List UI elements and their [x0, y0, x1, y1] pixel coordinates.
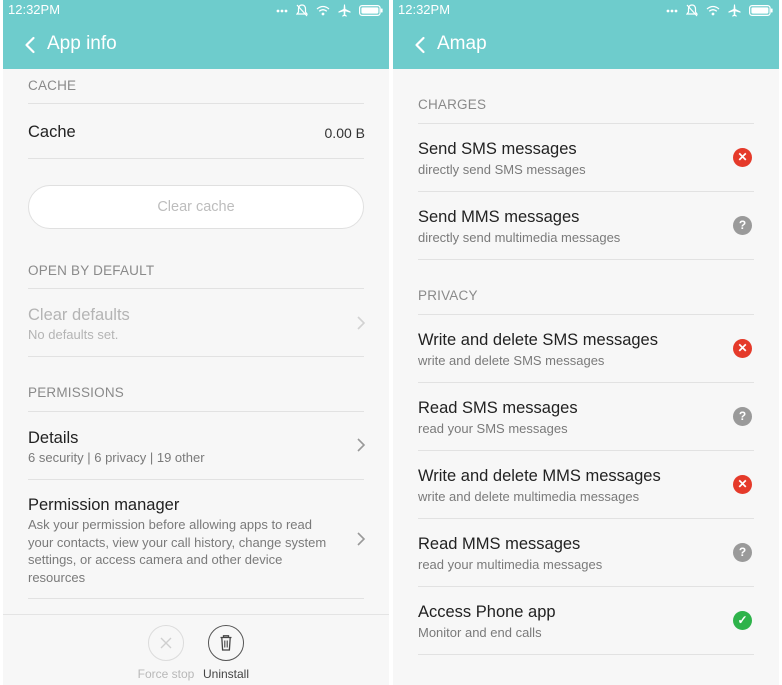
divider	[28, 103, 364, 104]
permission-manager-title: Permission manager	[28, 496, 180, 514]
chevron-right-icon	[357, 438, 366, 452]
mute-bell-icon	[686, 4, 698, 17]
denied-x-icon[interactable]: ✕	[733, 339, 752, 358]
app-info-screen: 12:32PM App info CACHE Cache 0.00 B Clea…	[3, 0, 389, 685]
description-line: resources	[28, 569, 86, 585]
permission-manager-row[interactable]: Permission manager Ask your permission b…	[3, 480, 389, 598]
status-time: 12:32PM	[8, 2, 61, 17]
permission-details-row[interactable]: Details 6 security | 6 privacy | 19 othe…	[3, 412, 389, 478]
permissions-header: PERMISSIONS	[28, 385, 124, 400]
more-dots-icon	[666, 9, 678, 12]
permission-title: Send SMS messages	[418, 140, 577, 158]
airplane-icon	[728, 4, 741, 17]
details-title: Details	[28, 429, 79, 447]
permission-row[interactable]: Read SMS messages read your SMS messages…	[393, 383, 779, 450]
ask-question-icon[interactable]: ?	[733, 216, 752, 235]
divider	[28, 356, 364, 357]
permission-title: Read MMS messages	[418, 535, 581, 553]
cache-section-header: CACHE	[28, 78, 77, 93]
more-dots-icon	[276, 9, 288, 12]
open-by-default-header: OPEN BY DEFAULT	[28, 263, 155, 278]
permission-row[interactable]: Write and delete MMS messages write and …	[393, 451, 779, 518]
permission-title: Write and delete SMS messages	[418, 331, 658, 349]
clear-defaults-title: Clear defaults	[28, 306, 130, 324]
clear-defaults-row[interactable]: Clear defaults No defaults set.	[3, 289, 389, 355]
permission-subtitle: write and delete SMS messages	[418, 353, 605, 368]
back-chevron-icon[interactable]	[411, 35, 431, 55]
trash-icon	[208, 625, 244, 661]
divider	[418, 259, 754, 260]
description-line: settings, or access camera and other dev…	[28, 552, 283, 567]
charges-section-header: CHARGES	[418, 97, 487, 112]
force-stop-icon	[148, 625, 184, 661]
app-bar: Amap	[393, 20, 779, 69]
status-icons	[666, 4, 773, 17]
divider	[28, 158, 364, 159]
cache-label: Cache	[28, 123, 76, 141]
uninstall-button[interactable]: Uninstall	[196, 625, 256, 681]
app-bar: App info	[3, 20, 389, 69]
description-line: Ask your permission before allowing apps…	[28, 517, 312, 532]
permission-row[interactable]: Write and delete SMS messages write and …	[393, 315, 779, 382]
amap-permissions-screen: 12:32PM Amap CHARGES Send SMS messages d…	[393, 0, 779, 685]
allowed-check-icon[interactable]: ✓	[733, 611, 752, 630]
status-time: 12:32PM	[398, 2, 451, 17]
permission-row[interactable]: Read MMS messages read your multimedia m…	[393, 519, 779, 586]
wifi-icon	[706, 5, 720, 16]
denied-x-icon[interactable]: ✕	[733, 148, 752, 167]
ask-question-icon[interactable]: ?	[733, 543, 752, 562]
permission-title: Send MMS messages	[418, 208, 580, 226]
denied-x-icon[interactable]: ✕	[733, 475, 752, 494]
permission-subtitle: Monitor and end calls	[418, 625, 542, 640]
cache-value: 0.00 B	[324, 125, 365, 141]
permission-title: Access Phone app	[418, 603, 556, 621]
divider	[418, 654, 754, 655]
clear-cache-button[interactable]: Clear cache	[28, 185, 364, 229]
permission-subtitle: directly send multimedia messages	[418, 230, 621, 245]
wifi-icon	[316, 5, 330, 16]
permission-subtitle: read your multimedia messages	[418, 557, 603, 572]
permission-manager-description: Ask your permission before allowing apps…	[28, 516, 348, 586]
mute-bell-icon	[296, 4, 308, 17]
details-subtitle: 6 security | 6 privacy | 19 other	[28, 450, 205, 465]
divider	[28, 598, 364, 599]
permission-subtitle: write and delete multimedia messages	[418, 489, 640, 504]
permission-row[interactable]: Send SMS messages directly send SMS mess…	[393, 124, 779, 191]
chevron-right-icon	[357, 532, 366, 546]
privacy-section-header: PRIVACY	[418, 288, 478, 303]
page-title: Amap	[437, 33, 487, 54]
chevron-right-icon	[357, 316, 366, 330]
page-title: App info	[47, 33, 117, 54]
back-chevron-icon[interactable]	[21, 35, 41, 55]
uninstall-label: Uninstall	[202, 667, 250, 681]
permission-subtitle: directly send SMS messages	[418, 162, 586, 177]
status-bar: 12:32PM	[3, 0, 389, 20]
permission-title: Write and delete MMS messages	[418, 467, 661, 485]
description-line: your contacts, view your call history, c…	[28, 534, 327, 550]
status-bar: 12:32PM	[393, 0, 779, 20]
clear-defaults-subtitle: No defaults set.	[28, 327, 119, 342]
permission-row[interactable]: Send MMS messages directly send multimed…	[393, 192, 779, 259]
permission-row[interactable]: Access Phone app Monitor and end calls ✓	[393, 587, 779, 654]
airplane-icon	[338, 4, 351, 17]
status-icons	[276, 4, 383, 17]
ask-question-icon[interactable]: ?	[733, 407, 752, 426]
force-stop-label: Force stop	[137, 667, 195, 681]
permission-subtitle: read your SMS messages	[418, 421, 568, 436]
permission-title: Read SMS messages	[418, 399, 578, 417]
force-stop-button[interactable]: Force stop	[136, 625, 196, 681]
battery-icon	[359, 5, 383, 16]
battery-icon	[749, 5, 773, 16]
